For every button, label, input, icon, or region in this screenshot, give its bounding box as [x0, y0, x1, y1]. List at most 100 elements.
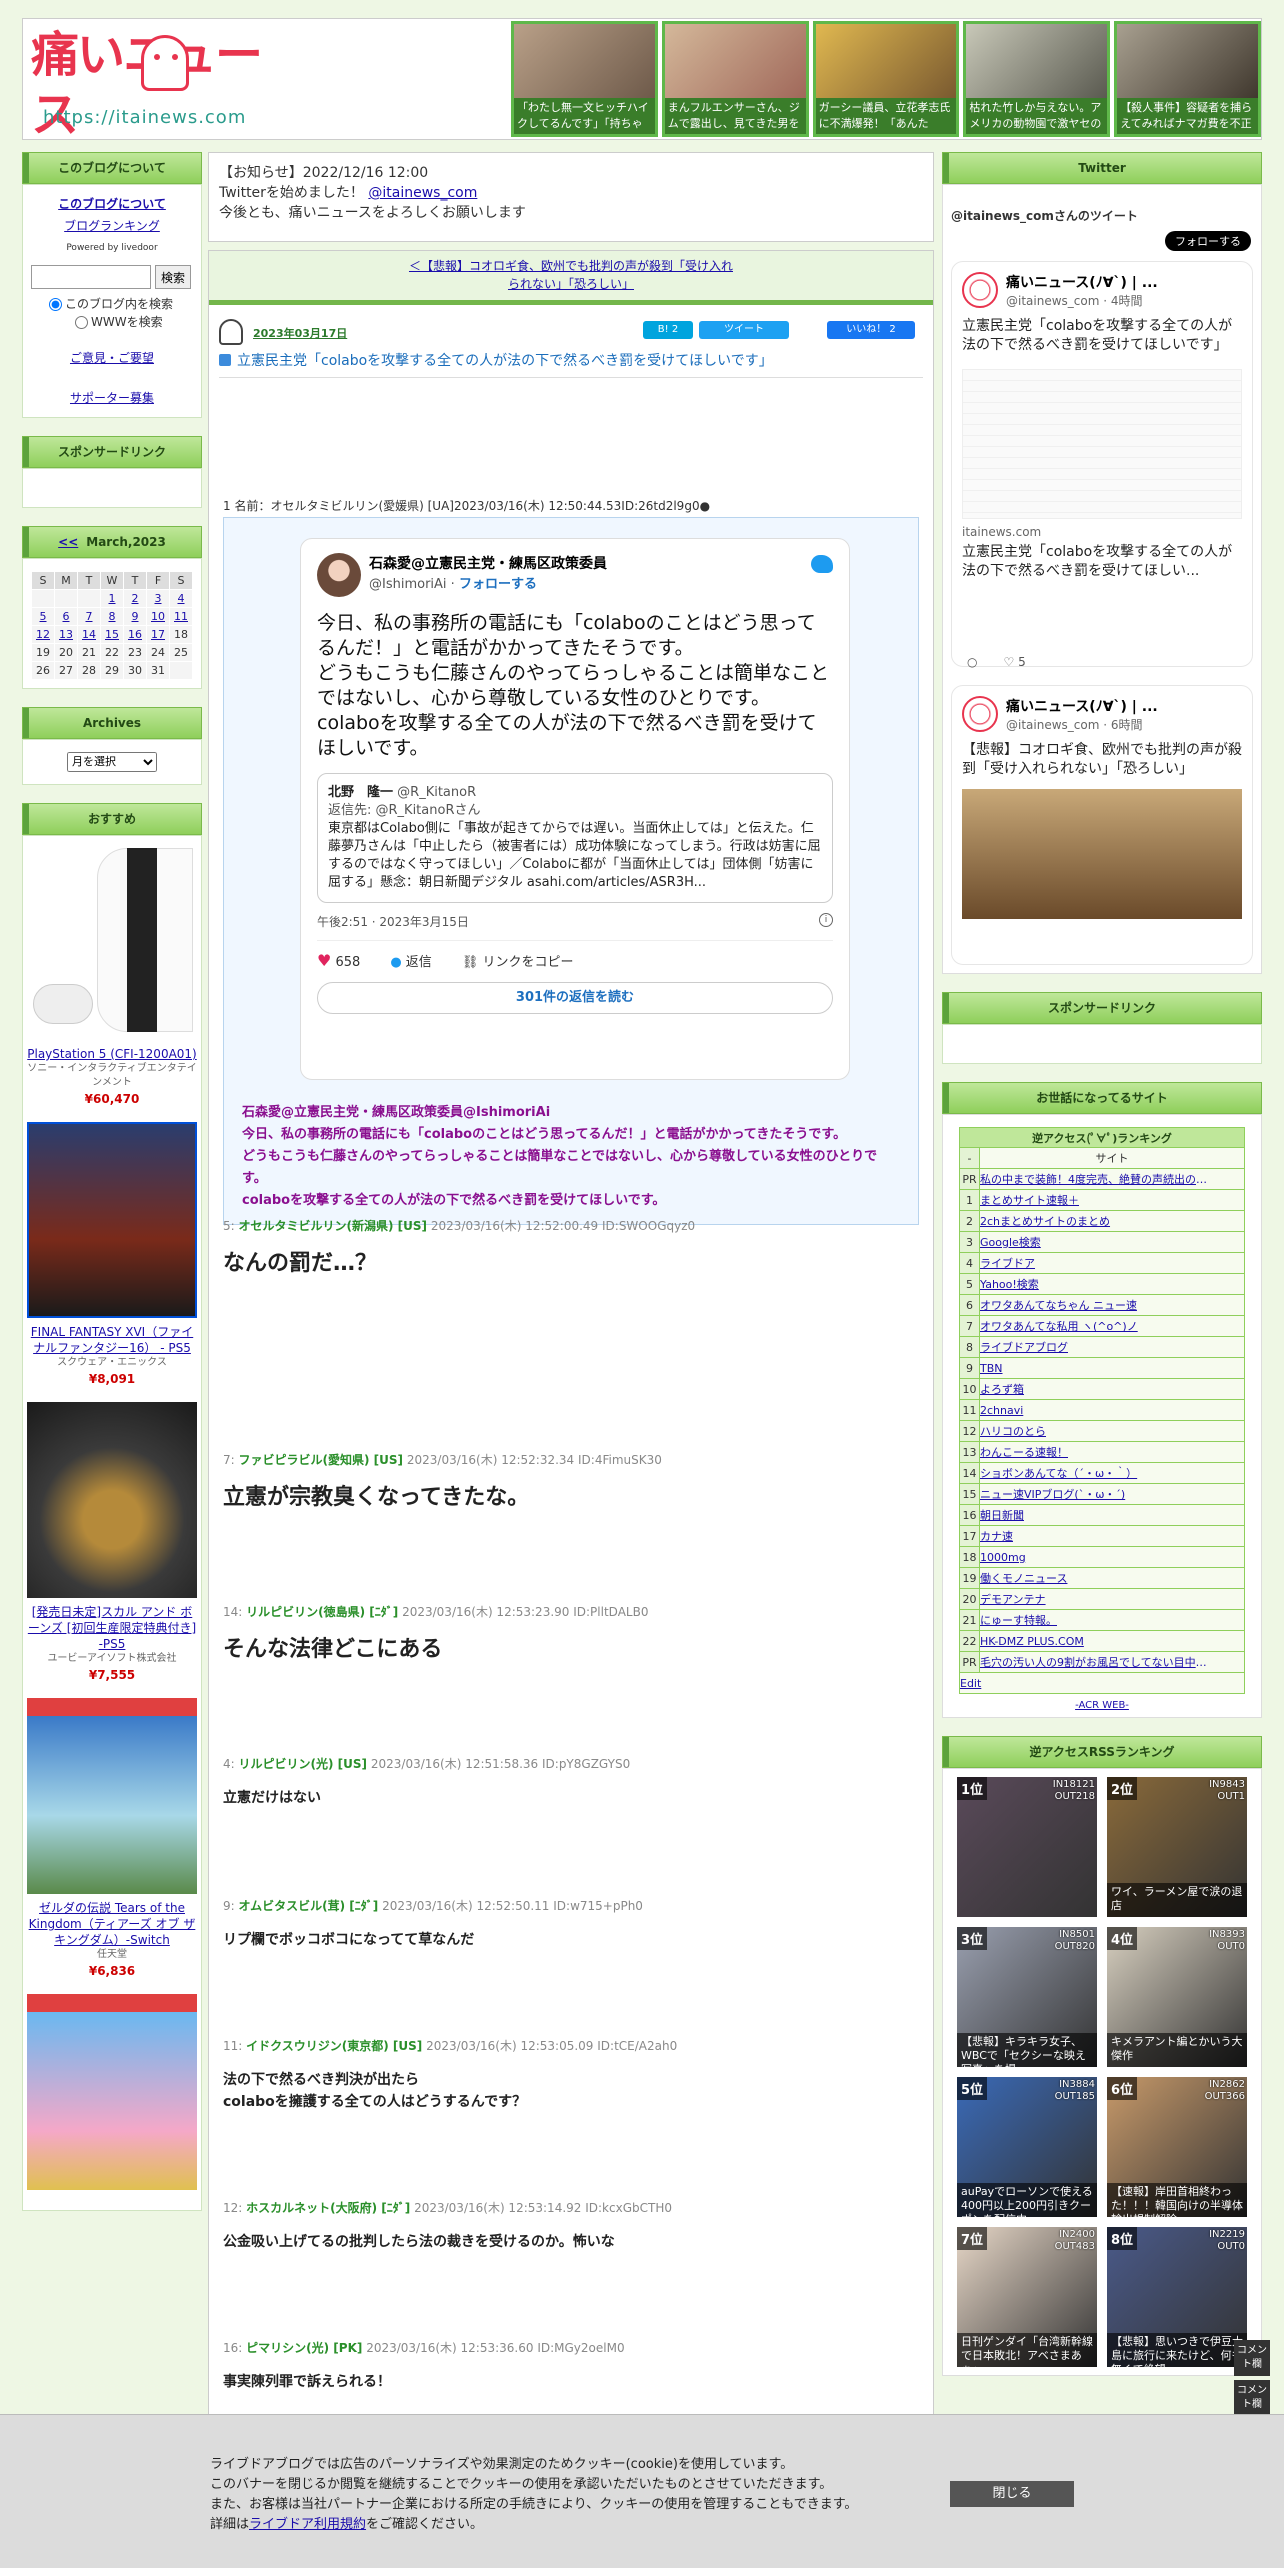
timeline-follow-button[interactable]: フォローする [1165, 231, 1251, 251]
ranking-site-link[interactable]: 朝日新聞 [980, 1507, 1210, 1523]
blog-ranking-link[interactable]: ブログランキング [64, 219, 160, 233]
product-item[interactable]: ゼルダの伝説 Tears of the Kingdom（ティアーズ オブ ザ キ… [27, 1694, 197, 1990]
search-input[interactable] [31, 265, 151, 289]
site-logo[interactable]: 痛いニュース https://itainews.com [31, 25, 281, 143]
ranking-site-link[interactable]: 1000mg [980, 1551, 1210, 1564]
avatar[interactable] [317, 553, 361, 597]
product-image-ff16[interactable] [27, 1122, 197, 1318]
quoted-inner-tweet[interactable]: 北野 隆一 @R_KitanoR 返信先: @R_KitanoRさん 東京都はC… [317, 773, 833, 903]
headline-card[interactable]: 枯れた竹しか与えない。アメリカの動物園で激ヤセの [963, 21, 1111, 137]
ranking-site-link[interactable]: よろず箱 [980, 1381, 1210, 1397]
headline-card[interactable]: 【殺人事件】容疑者を捕らえてみればナマガ費を不正 [1114, 21, 1261, 137]
acr-web-link[interactable]: -ACR WEB- [1075, 1700, 1129, 1711]
ranking-site-link[interactable]: ハリコのとら [980, 1423, 1210, 1439]
ranking-edit-link[interactable]: Edit [960, 1677, 1190, 1690]
timeline-tweet[interactable]: 痛いニュース(ﾉ∀`) | ... @itainews_com · 6時間 【悲報… [951, 685, 1253, 965]
ranking-site-link[interactable]: デモアンテナ [980, 1591, 1210, 1607]
tweet-author-handle[interactable]: @IshimoriAi [369, 577, 447, 592]
rss-ranking-tile[interactable]: 6位 IN2862OUT366 【速報】岸田首相終わった！！！韓国向けの半導体輸出規… [1107, 2077, 1247, 2217]
ranking-site-link[interactable]: ニュー速VIPブログ(`・ω・´) [980, 1486, 1210, 1502]
calendar-day[interactable]: 14 [77, 625, 101, 644]
like-action[interactable]: ♥ 658 [317, 951, 360, 970]
ranking-site-link[interactable]: オワタあんてな私用 ヽ(^o^)ノ [980, 1318, 1210, 1334]
calendar-day[interactable]: 13 [54, 625, 78, 644]
calendar-day[interactable]: 12 [31, 625, 55, 644]
product-item[interactable]: PlayStation 5 (CFI-1200A01) ソニー・インタラクティブ… [27, 840, 197, 1118]
tweet-button[interactable]: ツイート [699, 321, 789, 339]
tweet-timestamp[interactable]: 午後2:51 · 2023年3月15日 i [317, 913, 833, 941]
like-count[interactable]: ♡ 5 [1003, 655, 1025, 669]
ranking-site-link[interactable]: カナ速 [980, 1528, 1210, 1544]
comment-jump-button[interactable]: コメント欄 [1234, 2380, 1270, 2416]
calendar-prev-link[interactable]: << [58, 535, 78, 549]
tweet-card-title[interactable]: 立憲民主党「colaboを攻撃する全ての人が法の下で然るべき罰を受けてほしい..… [962, 543, 1242, 581]
supporter-link[interactable]: サポーター募集 [70, 391, 154, 405]
ranking-site-link[interactable]: TBN [980, 1362, 1210, 1375]
calendar-day[interactable]: 10 [146, 607, 170, 626]
headline-card[interactable]: まんフルエンサーさん、ジムで露出し、見てきた男を [661, 21, 809, 137]
calendar-day[interactable]: 3 [146, 589, 170, 608]
cookie-close-button[interactable]: 閉じる [950, 2481, 1074, 2507]
calendar-day[interactable]: 1 [100, 589, 124, 608]
timeline-author[interactable]: 痛いニュース(ﾉ∀`) | ... [1006, 696, 1158, 716]
avatar[interactable] [962, 272, 998, 308]
article-title[interactable]: 立憲民主党「colaboを攻撃する全ての人が法の下で然るべき罰を受けてほしいです… [219, 351, 923, 378]
ranking-site-link[interactable]: ライブドア [980, 1255, 1210, 1271]
calendar-day[interactable]: 5 [31, 607, 55, 626]
timeline-author[interactable]: 痛いニュース(ﾉ∀`) | ... [1006, 272, 1158, 292]
product-image-kirby[interactable] [27, 1994, 197, 2190]
rss-ranking-tile[interactable]: 2位 IN9843 OUT1 ワイ、ラーメン屋で涙の退店 [1107, 1777, 1247, 1917]
calendar-day[interactable]: 9 [123, 607, 147, 626]
calendar-day[interactable]: 15 [100, 625, 124, 644]
headline-card[interactable]: ガーシー議員、立花孝志氏に不満爆発！「あんた [812, 21, 960, 137]
ranking-site-link[interactable]: わんこーる速報！ [980, 1444, 1210, 1460]
calendar-day[interactable]: 16 [123, 625, 147, 644]
terms-link[interactable]: ライブドア利用規約 [249, 2517, 366, 2532]
calendar-day[interactable]: 7 [77, 607, 101, 626]
copy-link-action[interactable]: ⛓ リンクをコピー [462, 951, 574, 970]
rss-ranking-tile[interactable]: 4位 IN8393 OUT0 キメラアント編とかいう大傑作 [1107, 1927, 1247, 2067]
ranking-site-link[interactable]: 2chまとめサイトのまとめ [980, 1213, 1210, 1229]
calendar-day[interactable]: 11 [169, 607, 193, 626]
reply-action[interactable]: ● 返信 [390, 951, 432, 970]
article-date[interactable]: 2023年03月17日 [253, 325, 347, 341]
product-title[interactable]: PlayStation 5 (CFI-1200A01) [27, 1046, 197, 1062]
ranking-site-link[interactable]: にゅーす特報。 [980, 1612, 1210, 1628]
calendar-day[interactable]: 8 [100, 607, 124, 626]
rss-ranking-tile[interactable]: 3位 IN8501OUT820 【悲報】キラキラ女子、WBCで「セクシーな映え写真」… [957, 1927, 1097, 2067]
rss-ranking-tile[interactable]: 1位 IN18121 OUT218 [957, 1777, 1097, 1917]
ranking-pr-link[interactable]: 毛穴の汚い人の9割がお風呂でしてない目中から角... [980, 1654, 1210, 1670]
calendar-day[interactable]: 4 [169, 589, 193, 608]
hatena-bookmark-button[interactable]: B! 2 [643, 321, 693, 339]
product-item[interactable] [27, 1990, 197, 2206]
ranking-site-link[interactable]: ショボンあんてな（´・ω・｀） [980, 1465, 1210, 1481]
ranking-site-link[interactable]: 働くモノニュース [980, 1570, 1210, 1586]
info-icon[interactable]: i [819, 913, 833, 927]
ranking-site-link[interactable]: まとめサイト速報＋ [980, 1192, 1210, 1208]
product-item[interactable]: [発売日未定]スカル アンド ボーンズ [初回生産限定特典付き] -PS5 ユー… [27, 1398, 197, 1694]
archives-select[interactable]: 月を選択 [67, 752, 157, 772]
product-image-ps5[interactable] [27, 844, 197, 1040]
calendar-day[interactable]: 2 [123, 589, 147, 608]
reply-icon[interactable]: ○ [967, 655, 977, 669]
product-title[interactable]: [発売日未定]スカル アンド ボーンズ [初回生産限定特典付き] -PS5 [27, 1604, 197, 1652]
product-image-zelda[interactable] [27, 1698, 197, 1894]
embedded-tweet[interactable]: 石森愛@立憲民主党・練馬区政策委員 @IshimoriAi · フォローする 今… [300, 538, 850, 1080]
calendar-day[interactable]: 6 [54, 607, 78, 626]
ranking-site-link[interactable]: 2chnavi [980, 1404, 1210, 1417]
facebook-like-button[interactable]: いいね！ 2 [827, 321, 915, 339]
product-title[interactable]: FINAL FANTASY XVI（ファイナルファンタジー16） - PS5 [27, 1324, 197, 1356]
ranking-site-link[interactable]: オワタあんてなちゃん ニュー速 [980, 1297, 1210, 1313]
feedback-link[interactable]: ご意見・ご要望 [70, 351, 154, 365]
ranking-pr-link[interactable]: 私の中まで装飾！4度完売、絶賛の声続出の恥丸剃り... [980, 1171, 1210, 1187]
rss-ranking-tile[interactable]: 7位 IN2400OUT483 日刊ゲンダイ「台湾新幹線で日本敗北！アベさまあぁ」←… [957, 2227, 1097, 2367]
search-blog-radio[interactable] [49, 297, 62, 311]
search-button[interactable]: 検索 [155, 265, 191, 289]
rss-ranking-tile[interactable]: 8位 IN2219OUT0 【悲報】思いつきで伊豆大島に旅行に来たけど、何も無くて絶… [1107, 2227, 1247, 2367]
ranking-site-link[interactable]: Yahoo!検索 [980, 1276, 1210, 1292]
about-link[interactable]: このブログについて [58, 197, 166, 211]
tweet-author-name[interactable]: 石森愛@立憲民主党・練馬区政策委員 [369, 553, 607, 573]
comment-jump-button[interactable]: コメント欄 [1234, 2340, 1270, 2376]
follow-link[interactable]: フォローする [459, 577, 537, 592]
search-www-radio[interactable] [75, 315, 88, 329]
